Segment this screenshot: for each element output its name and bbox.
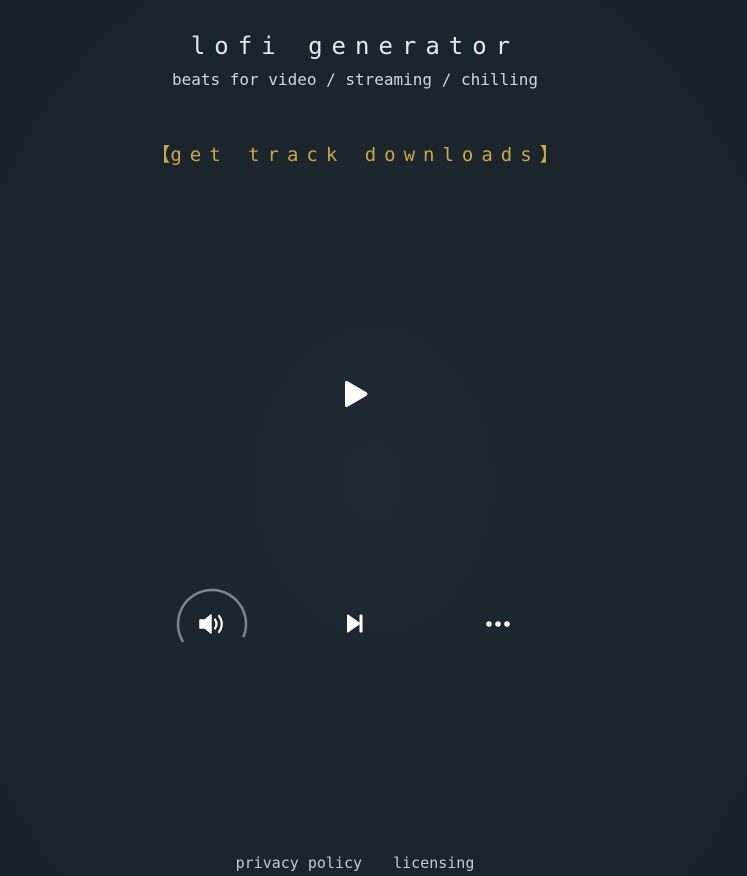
more-options-button[interactable] [482, 612, 516, 636]
licensing-link[interactable]: licensing [393, 854, 474, 872]
volume-button[interactable] [176, 588, 248, 660]
more-dots-icon [486, 621, 510, 627]
privacy-policy-link[interactable]: privacy policy [236, 854, 362, 872]
downloads-close-bracket: 】 [539, 144, 559, 166]
get-track-downloads-link[interactable]: 【get track downloads】 [0, 142, 710, 168]
player-controls [0, 588, 747, 660]
play-icon [345, 381, 368, 407]
skip-next-button[interactable] [340, 610, 368, 638]
volume-icon [199, 614, 223, 634]
page-title: lofi generator [190, 32, 520, 60]
page-subtitle: beats for video / streaming / chilling [171, 70, 539, 89]
play-button[interactable] [328, 370, 378, 420]
footer: privacy policy licensing [0, 852, 710, 874]
downloads-link-label: get track downloads [170, 144, 540, 166]
skip-next-icon [347, 614, 363, 633]
downloads-open-bracket: 【 [151, 144, 171, 166]
